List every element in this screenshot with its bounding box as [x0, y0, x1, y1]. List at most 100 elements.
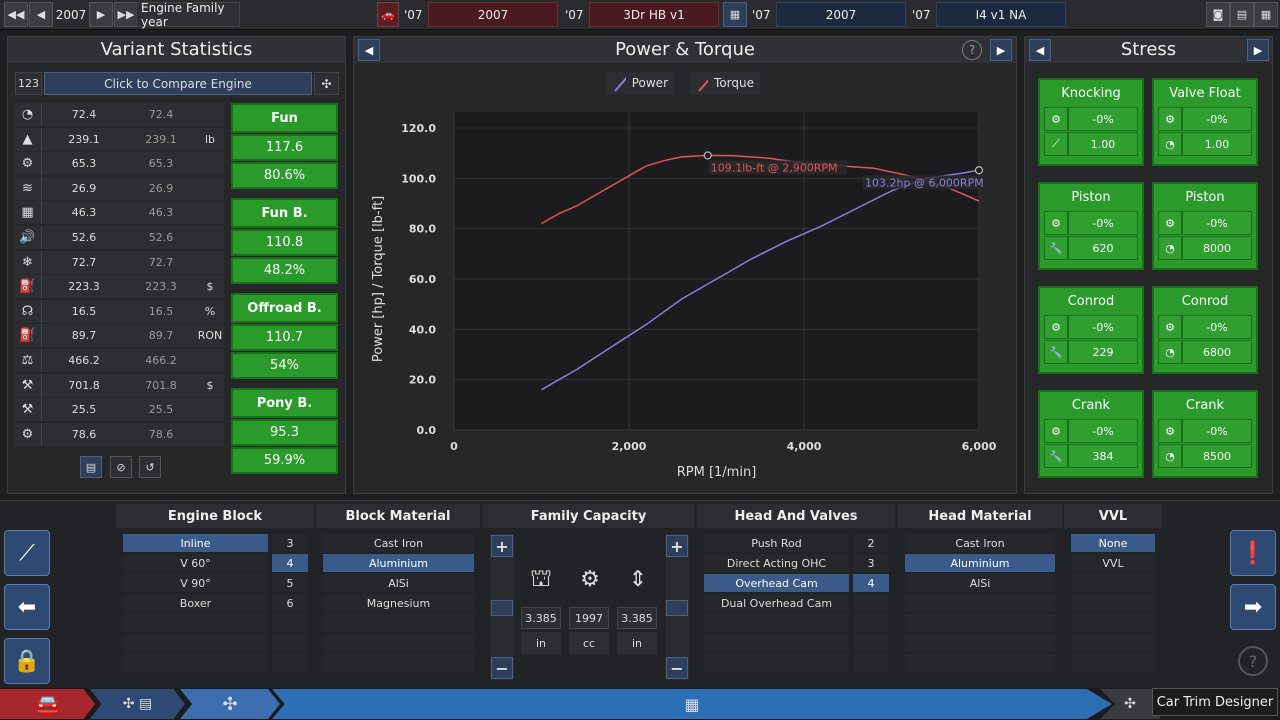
- car-year-field[interactable]: 2007: [428, 2, 558, 27]
- warning-icon[interactable]: ❗: [1230, 530, 1276, 576]
- stat-compare-value: 65.3: [148, 157, 174, 171]
- option-item[interactable]: 4: [272, 554, 308, 572]
- stress-row: ⚙ -0%: [1158, 211, 1252, 235]
- stress-prev-icon[interactable]: ◀: [1029, 39, 1051, 61]
- score-title: Pony B.: [231, 388, 338, 418]
- stress-row: ⚙ -0%: [1044, 211, 1138, 235]
- score-title: Offroad B.: [231, 293, 338, 323]
- option-item[interactable]: Aluminium: [905, 554, 1055, 572]
- option-item[interactable]: Cast Iron: [905, 534, 1055, 552]
- engine-designer-tab[interactable]: ▦: [272, 689, 1112, 719]
- option-item[interactable]: VVL: [1071, 554, 1155, 572]
- option-item[interactable]: Push Rod: [704, 534, 849, 552]
- car-name-field[interactable]: 3Dr HB v1: [589, 2, 719, 27]
- option-item[interactable]: Dual Overhead Cam: [704, 594, 849, 612]
- option-item[interactable]: Aluminium: [323, 554, 474, 572]
- engine-icon: ⚙: [14, 152, 42, 176]
- option-item[interactable]: 6: [272, 594, 308, 612]
- capacity-value: 1997: [569, 607, 609, 629]
- engine-name-field[interactable]: I4 v1 NA: [936, 2, 1066, 27]
- next-year-icon[interactable]: ▶: [89, 2, 113, 27]
- stroke-value[interactable]: 3.385: [617, 607, 657, 629]
- car-designer-tab[interactable]: 🚘: [0, 689, 95, 719]
- stress-group: Knocking ⚙ -0% ⟋ 1.00: [1038, 78, 1144, 166]
- vvl-options: None VVL: [1071, 534, 1155, 674]
- back-arrow-icon[interactable]: ⬅: [4, 584, 50, 630]
- camera-icon[interactable]: ◙: [1206, 2, 1230, 27]
- option-item[interactable]: 3: [853, 554, 889, 572]
- option-item[interactable]: 4: [853, 574, 889, 592]
- engine-block-options: Inline V 60° V 90° Boxer: [123, 534, 268, 674]
- gauge-icon: ◔: [14, 103, 42, 126]
- option-item[interactable]: V 90°: [123, 574, 268, 592]
- compare-engine-button[interactable]: Click to Compare Engine: [44, 72, 312, 95]
- chart-next-icon[interactable]: ▶: [990, 39, 1012, 61]
- stat-compare-value: 72.4: [148, 108, 174, 121]
- power-torque-chart: 0.0 20.0 40.0 60.0 80.0 100.0 120.0 0 2,000 4,000…: [371, 112, 997, 480]
- report-icon[interactable]: ▤: [80, 456, 102, 478]
- option-item[interactable]: AlSi: [905, 574, 1055, 592]
- last-year-icon[interactable]: ▶▶: [114, 2, 138, 27]
- stroke-icon: ⇕: [628, 566, 648, 592]
- option-item[interactable]: V 60°: [123, 554, 268, 572]
- first-year-icon[interactable]: ◀◀: [4, 2, 28, 27]
- reset-icon[interactable]: ↺: [139, 456, 161, 478]
- stat-compare-value: 78.6: [148, 427, 174, 441]
- score-value: 110.8: [231, 229, 338, 256]
- option-item[interactable]: Inline: [123, 534, 268, 552]
- engine-year-field[interactable]: 2007: [776, 2, 906, 27]
- legend-power[interactable]: Power: [606, 72, 674, 94]
- car-icon[interactable]: 🚗: [377, 2, 399, 27]
- engine-block-icon[interactable]: ▦: [723, 2, 747, 27]
- lock-icon[interactable]: 🔒: [4, 638, 50, 684]
- forward-arrow-icon[interactable]: ➡: [1230, 584, 1276, 630]
- chart-prev-icon[interactable]: ◀: [358, 39, 380, 61]
- stat-unit: %: [204, 304, 216, 318]
- legend-torque[interactable]: Torque: [690, 72, 760, 94]
- stress-percent: -0%: [1068, 211, 1138, 235]
- bore-minus-button[interactable]: −: [491, 657, 513, 679]
- cancel-icon[interactable]: ⊘: [110, 456, 132, 478]
- bore-value[interactable]: 3.385: [521, 607, 561, 629]
- graph-icon[interactable]: ⟋: [4, 530, 50, 576]
- option-item[interactable]: Boxer: [123, 594, 268, 612]
- option-item[interactable]: Cast Iron: [323, 534, 474, 552]
- option-item[interactable]: None: [1071, 534, 1155, 552]
- y-tick-label: 0.0: [417, 424, 437, 437]
- option-item[interactable]: AlSi: [323, 574, 474, 592]
- prev-year-icon[interactable]: ◀: [29, 2, 53, 27]
- stat-unit: RON: [197, 329, 223, 343]
- power-torque-title: Power & Torque: [354, 37, 1016, 63]
- option-item[interactable]: 5: [272, 574, 308, 592]
- stat-row: ▦ 46.3 46.3: [14, 201, 224, 225]
- option-item[interactable]: 2: [853, 534, 889, 552]
- option-item[interactable]: Direct Acting OHC: [704, 554, 849, 572]
- stress-next-icon[interactable]: ▶: [1247, 39, 1269, 61]
- bore-unit: in: [521, 632, 561, 654]
- engine-compare-icon[interactable]: ✣: [314, 72, 339, 95]
- save-icon[interactable]: ▤: [1230, 2, 1254, 27]
- stroke-slider-handle[interactable]: [666, 600, 688, 616]
- grid-icon[interactable]: ▦: [1254, 2, 1278, 27]
- stroke-plus-button[interactable]: +: [666, 535, 688, 557]
- y-tick-label: 40.0: [409, 323, 436, 336]
- stress-row: ⚙ -0%: [1044, 107, 1138, 131]
- bore-plus-button[interactable]: +: [491, 535, 513, 557]
- head-valves-title: Head And Valves: [697, 504, 895, 528]
- stroke-minus-button[interactable]: −: [666, 657, 688, 679]
- stat-row: ⛽ 89.7 89.7 RON: [14, 324, 224, 348]
- stress-row: ◔ 8500: [1158, 444, 1252, 468]
- option-item[interactable]: Magnesium: [323, 594, 474, 612]
- option-item[interactable]: 3: [272, 534, 308, 552]
- stress-percent: -0%: [1068, 419, 1138, 443]
- engine-family-tab[interactable]: ✣ ▤: [90, 689, 185, 719]
- head-valves-options: Push Rod Direct Acting OHC Overhead Cam Dua…: [704, 534, 849, 674]
- engine-variant-tab[interactable]: ✣: [180, 689, 280, 719]
- option-item[interactable]: Overhead Cam: [704, 574, 849, 592]
- score-percent: 48.2%: [231, 257, 338, 284]
- bore-slider-handle[interactable]: [491, 600, 513, 616]
- help-icon[interactable]: ?: [962, 40, 982, 60]
- empty-option: [905, 594, 1055, 612]
- help-bottom-icon[interactable]: ?: [1238, 646, 1268, 676]
- stat-compare-value: 16.5: [148, 304, 174, 318]
